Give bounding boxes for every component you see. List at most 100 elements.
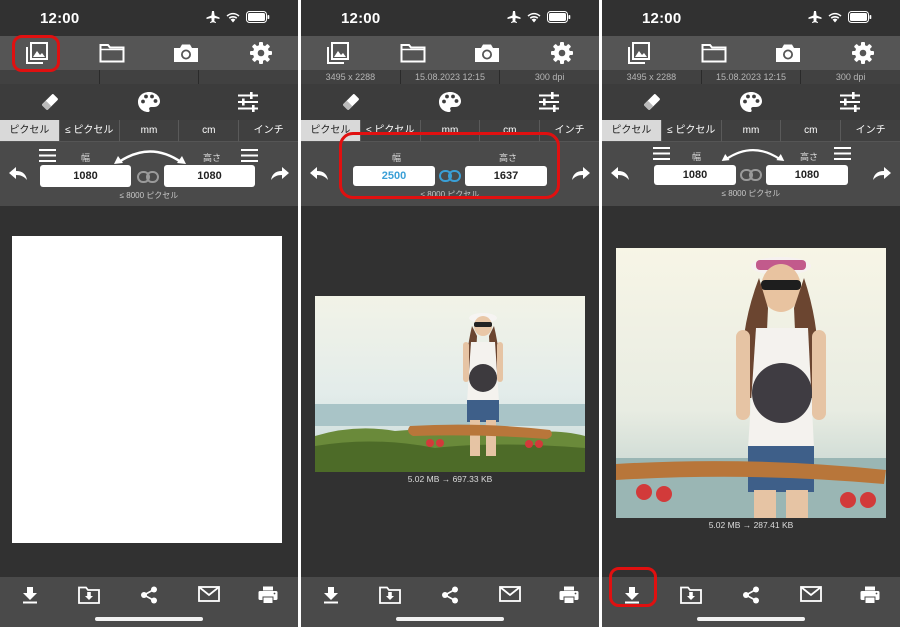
status-time: 12:00 (642, 10, 682, 27)
save-to-folder-icon (680, 586, 703, 604)
photo-girl-skateboard-cropped (616, 248, 886, 518)
print-button[interactable] (840, 586, 900, 613)
unit-tab-max-pixel[interactable]: ≤ ピクセル (661, 120, 722, 142)
highlight-download-button (609, 567, 657, 607)
undo-icon[interactable] (610, 164, 630, 182)
camera-button[interactable] (751, 36, 826, 70)
gallery-icon (628, 42, 651, 64)
download-icon (22, 587, 37, 604)
settings-button[interactable] (224, 36, 299, 70)
share-button[interactable] (420, 586, 480, 613)
screen-2: 12:00 3495 x 2288 15.08.2023 12:15 300 d… (301, 0, 599, 627)
file-size-caption: 5.02 MB → 697.33 KB (407, 474, 493, 484)
unit-tab-mm[interactable]: mm (721, 120, 782, 142)
redo-icon[interactable] (571, 164, 591, 182)
eraser-button[interactable] (602, 84, 701, 120)
height-input[interactable]: 1080 (766, 165, 848, 185)
pixel-limit-note: ≤ 8000 ピクセル (119, 191, 179, 200)
status-bar: 12:00 (301, 0, 599, 36)
status-time: 12:00 (341, 10, 381, 27)
info-dimensions: 3495 x 2288 (602, 70, 702, 84)
download-icon (323, 587, 338, 604)
palette-icon (438, 92, 461, 112)
gear-icon (249, 42, 272, 64)
gear-icon (550, 42, 573, 64)
width-menu-icon[interactable] (653, 147, 670, 160)
folder-button[interactable] (376, 36, 451, 70)
undo-icon[interactable] (309, 164, 329, 182)
adjust-button[interactable] (801, 84, 900, 120)
status-bar: 12:00 (602, 0, 900, 36)
blank-canvas[interactable] (12, 236, 282, 543)
canvas-area (0, 208, 298, 577)
sliders-icon (238, 92, 259, 112)
camera-icon (475, 44, 500, 62)
eraser-button[interactable] (0, 84, 99, 120)
color-button[interactable] (400, 84, 499, 120)
width-input[interactable]: 1080 (654, 165, 736, 185)
download-button[interactable] (0, 586, 60, 613)
adjust-button[interactable] (500, 84, 599, 120)
status-icons (206, 11, 270, 23)
link-icon[interactable] (137, 171, 159, 183)
image-preview[interactable] (616, 248, 886, 518)
color-button[interactable] (99, 84, 198, 120)
height-menu-icon[interactable] (241, 149, 258, 162)
download-button[interactable] (301, 586, 361, 613)
unit-tab-cm[interactable]: cm (179, 120, 240, 142)
unit-tab-max-pixel[interactable]: ≤ ピクセル (59, 120, 120, 142)
image-preview[interactable] (315, 296, 585, 472)
folder-button[interactable] (677, 36, 752, 70)
unit-tab-inch[interactable]: インチ (239, 120, 298, 142)
width-label: 幅 (692, 152, 702, 162)
gallery-button[interactable] (602, 36, 677, 70)
redo-icon[interactable] (270, 164, 290, 182)
info-dimensions: 3495 x 2288 (301, 70, 401, 84)
save-to-folder-button[interactable] (60, 586, 120, 613)
folder-icon (400, 44, 426, 63)
unit-tab-cm[interactable]: cm (781, 120, 842, 142)
gallery-icon (327, 42, 350, 64)
unit-tab-pixel[interactable]: ピクセル (602, 120, 662, 142)
image-info-row: 3495 x 2288 15.08.2023 12:15 300 dpi (301, 70, 599, 84)
camera-button[interactable] (450, 36, 525, 70)
mail-button[interactable] (480, 586, 540, 613)
mail-button[interactable] (781, 586, 841, 613)
swap-arrows-icon[interactable] (720, 146, 786, 162)
print-button[interactable] (539, 586, 599, 613)
unit-tab-pixel[interactable]: ピクセル (0, 120, 60, 142)
unit-tab-inch[interactable]: インチ (841, 120, 900, 142)
mail-button[interactable] (179, 586, 239, 613)
camera-icon (174, 44, 199, 62)
camera-icon (776, 44, 801, 62)
undo-icon[interactable] (8, 164, 28, 182)
height-menu-icon[interactable] (834, 147, 851, 160)
save-to-folder-button[interactable] (361, 586, 421, 613)
share-button[interactable] (721, 586, 781, 613)
unit-tabs: ピクセル ≤ ピクセル mm cm インチ (0, 120, 298, 142)
height-input[interactable]: 1080 (164, 165, 255, 187)
status-icons (808, 11, 872, 23)
color-button[interactable] (701, 84, 800, 120)
eraser-icon (342, 94, 359, 110)
save-to-folder-button[interactable] (662, 586, 722, 613)
height-label: 高さ (800, 152, 819, 162)
settings-button[interactable] (826, 36, 900, 70)
camera-button[interactable] (149, 36, 224, 70)
folder-button[interactable] (75, 36, 150, 70)
link-icon[interactable] (740, 169, 762, 181)
width-input[interactable]: 1080 (40, 165, 131, 187)
eraser-button[interactable] (301, 84, 400, 120)
swap-arrows-icon[interactable] (112, 147, 188, 165)
print-button[interactable] (238, 586, 298, 613)
redo-icon[interactable] (872, 164, 892, 182)
eraser-icon (643, 94, 660, 110)
unit-tab-mm[interactable]: mm (119, 120, 180, 142)
screen-3: 12:00 3495 x 2288 15.08.2023 12:15 300 d… (602, 0, 900, 627)
gallery-button[interactable] (301, 36, 376, 70)
adjust-button[interactable] (199, 84, 298, 120)
share-button[interactable] (119, 586, 179, 613)
width-menu-icon[interactable] (39, 149, 56, 162)
settings-button[interactable] (525, 36, 600, 70)
tools-bar (0, 84, 298, 120)
